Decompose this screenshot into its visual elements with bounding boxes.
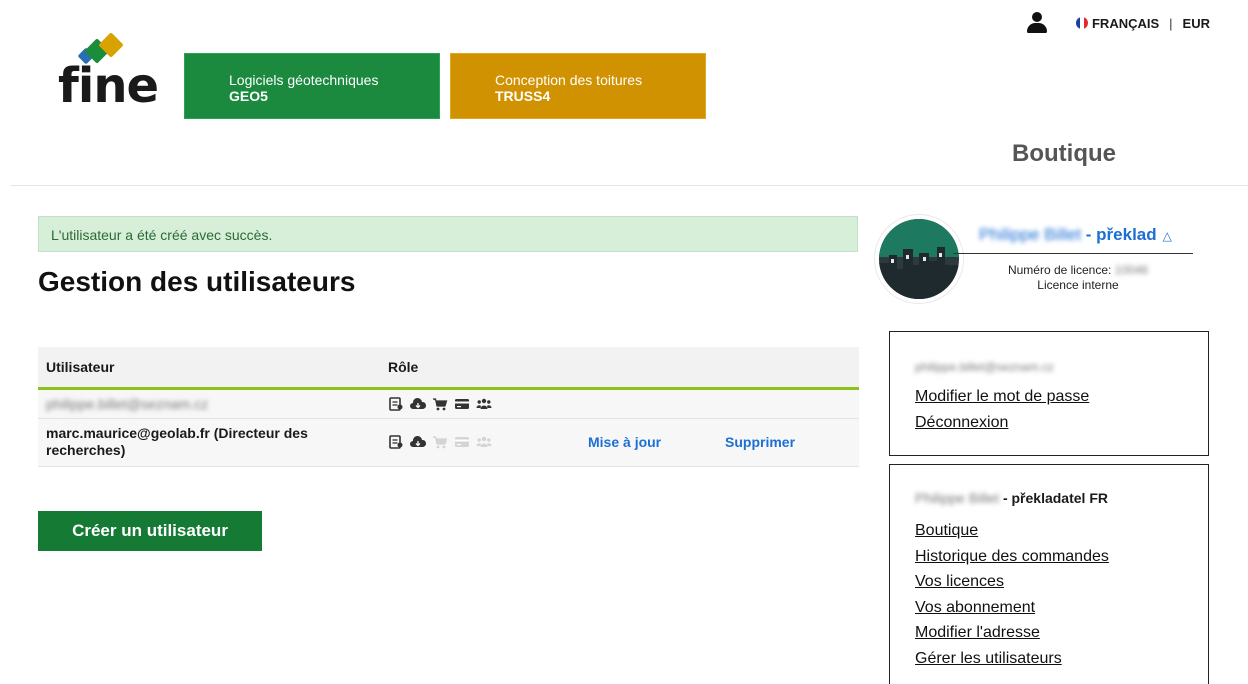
section-title: Boutique bbox=[1012, 140, 1116, 167]
product-tab-truss4[interactable]: Conception des toitures TRUSS4 bbox=[450, 53, 706, 119]
license-label: Numéro de licence: bbox=[1007, 263, 1112, 277]
update-cell: Mise à jour bbox=[580, 418, 717, 467]
product-tab-title: Logiciels géotechniques bbox=[229, 72, 379, 88]
table-row: marc.maurice@geolab.fr (Directeur des re… bbox=[38, 418, 859, 467]
update-cell bbox=[580, 388, 717, 419]
nav-owner-name-blurred: Philippe Billet bbox=[915, 490, 1000, 506]
cloud-download-icon bbox=[410, 435, 426, 449]
column-header-role: Rôle bbox=[380, 347, 580, 390]
language-label: FRANÇAIS bbox=[1091, 15, 1160, 31]
account-menu: philippe.billet@seznam.cz Modifier le mo… bbox=[889, 331, 1209, 456]
currency-selector[interactable]: EUR bbox=[1183, 16, 1210, 31]
user-email-blurred: philippe.billet@seznam.cz bbox=[46, 395, 209, 412]
logout-link[interactable]: Déconnexion bbox=[915, 410, 1183, 436]
topbar-separator: | bbox=[1169, 15, 1173, 31]
nav-link-order-history[interactable]: Historique des commandes bbox=[915, 544, 1183, 570]
nav-owner: Philippe Billet - překladatel FR bbox=[915, 490, 1183, 506]
delete-cell bbox=[717, 388, 859, 419]
user-cell: philippe.billet@seznam.cz bbox=[38, 388, 380, 419]
fine-logo[interactable]: fine bbox=[58, 32, 168, 114]
license-number-blurred: 10046 bbox=[1114, 263, 1149, 277]
nav-link-licenses[interactable]: Vos licences bbox=[915, 569, 1183, 595]
nav-link-boutique[interactable]: Boutique bbox=[915, 518, 1183, 544]
profile-name-blurred: Philippe Billet bbox=[979, 225, 1082, 244]
product-tab-name: GEO5 bbox=[229, 88, 268, 104]
account-email-blurred: philippe.billet@seznam.cz bbox=[915, 360, 1054, 374]
nav-link-edit-address[interactable]: Modifier l'adresse bbox=[915, 620, 1183, 646]
cart-icon bbox=[432, 397, 448, 411]
license-icon bbox=[388, 435, 404, 449]
license-info: Numéro de licence: 10046 Licence interne bbox=[965, 263, 1191, 293]
profile-name-toggle[interactable]: Philippe Billet - překlad △ bbox=[979, 225, 1172, 245]
language-selector[interactable]: FRANÇAIS bbox=[1075, 15, 1160, 31]
cloud-download-icon bbox=[410, 397, 426, 411]
users-icon bbox=[476, 435, 492, 449]
product-tab-name: TRUSS4 bbox=[495, 88, 551, 104]
role-cell bbox=[380, 388, 580, 419]
product-tab-geo5[interactable]: Logiciels géotechniques GEO5 bbox=[184, 53, 440, 119]
column-header-delete bbox=[717, 347, 859, 390]
profile-name-suffix: - překlad bbox=[1081, 225, 1157, 244]
role-cell bbox=[380, 418, 580, 467]
profile-divider bbox=[953, 253, 1193, 254]
shop-nav-menu: Philippe Billet - překladatel FR Boutiqu… bbox=[889, 464, 1209, 684]
success-alert: L'utilisateur a été créé avec succès. bbox=[38, 216, 858, 252]
logo-wordmark: fine bbox=[58, 58, 159, 114]
delete-cell: Supprimer bbox=[717, 418, 859, 467]
header-divider bbox=[10, 185, 1248, 186]
license-type: Licence interne bbox=[1037, 278, 1119, 292]
nav-owner-suffix: - překladatel FR bbox=[999, 490, 1108, 506]
license-icon bbox=[388, 396, 404, 411]
table-row: philippe.billet@seznam.cz bbox=[38, 388, 859, 419]
french-flag-icon bbox=[1075, 17, 1088, 29]
user-account-icon[interactable] bbox=[1026, 12, 1048, 34]
column-header-update bbox=[580, 347, 717, 390]
nav-link-manage-users[interactable]: Gérer les utilisateurs bbox=[915, 646, 1183, 672]
update-user-link[interactable]: Mise à jour bbox=[588, 434, 661, 450]
chevron-up-icon: △ bbox=[1162, 229, 1172, 243]
user-cell: marc.maurice@geolab.fr (Directeur des re… bbox=[38, 418, 380, 467]
profile-card: Philippe Billet - překlad △ Numéro de lic… bbox=[875, 215, 1211, 311]
delete-user-link[interactable]: Supprimer bbox=[725, 434, 795, 450]
users-table: Utilisateur Rôle philippe.billet@seznam.… bbox=[38, 347, 859, 467]
page-title: Gestion des utilisateurs bbox=[38, 266, 356, 297]
column-header-user: Utilisateur bbox=[38, 347, 380, 390]
product-tab-title: Conception des toitures bbox=[495, 72, 643, 88]
users-icon bbox=[476, 397, 492, 411]
change-password-link[interactable]: Modifier le mot de passe bbox=[915, 384, 1183, 410]
top-bar: FRANÇAIS | EUR bbox=[1026, 12, 1210, 34]
avatar bbox=[875, 215, 963, 303]
credit-card-icon bbox=[454, 397, 470, 411]
cart-icon bbox=[432, 435, 448, 449]
table-header-row: Utilisateur Rôle bbox=[38, 347, 859, 390]
nav-link-subscriptions[interactable]: Vos abonnement bbox=[915, 595, 1183, 621]
create-user-button[interactable]: Créer un utilisateur bbox=[38, 511, 262, 551]
credit-card-icon bbox=[454, 435, 470, 449]
